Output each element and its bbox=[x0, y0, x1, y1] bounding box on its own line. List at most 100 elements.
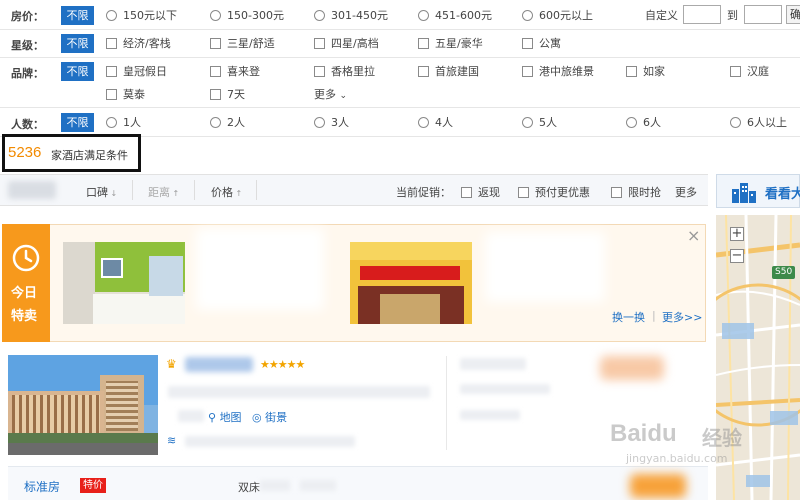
brand-option-6[interactable]: 如家 bbox=[626, 64, 665, 80]
radio-icon bbox=[522, 10, 533, 21]
hotel-address-blurred bbox=[168, 386, 430, 398]
room-row bbox=[8, 466, 708, 500]
divider bbox=[0, 57, 800, 58]
watermark-logo: Baidu bbox=[610, 420, 677, 447]
price-max-input[interactable] bbox=[744, 5, 782, 24]
map-zoom-out-button[interactable]: − bbox=[730, 249, 744, 263]
sort-price-button[interactable]: 价格 ↑ bbox=[211, 184, 242, 200]
brand-option-4[interactable]: 首旅建国 bbox=[418, 64, 479, 80]
checkbox-icon bbox=[210, 89, 221, 100]
divider: | bbox=[652, 309, 656, 322]
room-type-link[interactable]: 标准房 bbox=[24, 478, 60, 495]
hotel-review-blurred bbox=[460, 384, 550, 394]
radio-icon bbox=[210, 10, 221, 21]
hotel-price-blurred bbox=[600, 356, 664, 380]
sort-distance-button[interactable]: 距离 ↑ bbox=[148, 184, 179, 200]
checkbox-icon bbox=[611, 187, 622, 198]
checkbox-icon bbox=[418, 38, 429, 49]
deal-image-1[interactable] bbox=[63, 242, 185, 324]
sort-reputation-button[interactable]: 口碑 ↓ bbox=[86, 184, 117, 200]
checkbox-icon bbox=[106, 66, 117, 77]
price-option-3[interactable]: 301-450元 bbox=[314, 8, 388, 24]
price-filter-label: 房价： bbox=[11, 10, 44, 23]
hotel-area-blurred bbox=[178, 410, 204, 422]
promo-more-link[interactable]: 更多 bbox=[675, 184, 697, 200]
checkbox-icon bbox=[210, 66, 221, 77]
guests-option-6[interactable]: 6人 bbox=[626, 115, 661, 131]
star-option-2[interactable]: 三星/舒适 bbox=[210, 36, 275, 52]
promo-label: 当前促销： bbox=[396, 186, 451, 199]
radio-icon bbox=[106, 117, 117, 128]
brand-option-8[interactable]: 莫泰 bbox=[106, 87, 145, 103]
hotel-street-view-link[interactable]: ◎ 街景 bbox=[252, 409, 287, 425]
hotel-name-blurred[interactable] bbox=[185, 357, 253, 372]
checkbox-icon bbox=[730, 66, 741, 77]
price-option-2[interactable]: 150-300元 bbox=[210, 8, 284, 24]
star-option-1[interactable]: 经济/客栈 bbox=[106, 36, 171, 52]
close-icon[interactable]: × bbox=[687, 226, 700, 245]
guests-option-7[interactable]: 6人以上 bbox=[730, 115, 787, 131]
guests-option-3[interactable]: 3人 bbox=[314, 115, 349, 131]
brand-unlimited-button[interactable]: 不限 bbox=[61, 62, 94, 81]
brand-option-7[interactable]: 汉庭 bbox=[730, 64, 769, 80]
brand-more-link[interactable]: 更多 ⌄ bbox=[314, 87, 347, 103]
star-option-4[interactable]: 五星/豪华 bbox=[418, 36, 483, 52]
deal-image-2[interactable] bbox=[350, 242, 472, 324]
arrow-up-icon: ↑ bbox=[233, 189, 243, 198]
price-confirm-button[interactable]: 确 bbox=[786, 5, 800, 24]
guests-option-1[interactable]: 1人 bbox=[106, 115, 141, 131]
refresh-deals-link[interactable]: 换一换 bbox=[612, 309, 645, 325]
guests-option-5[interactable]: 5人 bbox=[522, 115, 557, 131]
brand-option-9[interactable]: 7天 bbox=[210, 87, 245, 103]
result-count-box: 5236 家酒店满足条件 bbox=[2, 134, 141, 172]
brand-option-1[interactable]: 皇冠假日 bbox=[106, 64, 167, 80]
map-canvas bbox=[716, 215, 800, 500]
radio-icon bbox=[418, 117, 429, 128]
star-unlimited-button[interactable]: 不限 bbox=[61, 34, 94, 53]
map-road-label: S50 bbox=[772, 266, 796, 279]
checkbox-icon bbox=[522, 66, 533, 77]
radio-icon bbox=[522, 117, 533, 128]
star-option-5[interactable]: 公寓 bbox=[522, 36, 561, 52]
crown-icon: ♛ bbox=[166, 357, 177, 371]
checkbox-icon bbox=[210, 38, 221, 49]
hotel-amenities-blurred bbox=[185, 436, 355, 447]
brand-filter-label: 品牌： bbox=[11, 67, 44, 80]
price-min-input[interactable] bbox=[683, 5, 721, 24]
divider bbox=[0, 29, 800, 30]
radio-icon bbox=[314, 10, 325, 21]
watermark-url: jingyan.baidu.com bbox=[626, 452, 728, 465]
guests-option-4[interactable]: 4人 bbox=[418, 115, 453, 131]
price-option-4[interactable]: 451-600元 bbox=[418, 8, 492, 24]
promo-flash-checkbox[interactable]: 限时抢 bbox=[611, 184, 661, 200]
star-rating: ★★★★★ bbox=[260, 358, 305, 371]
checkbox-icon bbox=[522, 38, 533, 49]
divider bbox=[256, 180, 257, 200]
map-zoom-in-button[interactable]: + bbox=[730, 227, 744, 241]
hotel-rating-blurred bbox=[460, 358, 526, 370]
deal-info-blurred-1 bbox=[196, 228, 324, 310]
star-option-3[interactable]: 四星/高档 bbox=[314, 36, 379, 52]
sort-default-blurred[interactable] bbox=[8, 181, 56, 199]
radio-icon bbox=[210, 117, 221, 128]
wifi-icon: ≋ bbox=[167, 434, 177, 447]
room-bed-detail-blurred bbox=[260, 480, 290, 491]
price-custom-label: 自定义 bbox=[645, 9, 678, 22]
map-view[interactable]: + − S50 bbox=[716, 215, 800, 500]
guests-unlimited-button[interactable]: 不限 bbox=[61, 113, 94, 132]
guests-option-2[interactable]: 2人 bbox=[210, 115, 245, 131]
more-deals-link[interactable]: 更多>> bbox=[662, 309, 702, 325]
brand-option-3[interactable]: 香格里拉 bbox=[314, 64, 375, 80]
hotel-map-link[interactable]: ⚲ 地图 bbox=[208, 409, 242, 425]
brand-option-5[interactable]: 港中旅维景 bbox=[522, 64, 594, 80]
brand-option-2[interactable]: 喜来登 bbox=[210, 64, 260, 80]
map-header[interactable]: 看看大 bbox=[716, 174, 800, 208]
clock-icon bbox=[12, 244, 40, 272]
price-unlimited-button[interactable]: 不限 bbox=[61, 6, 94, 25]
hotel-photo[interactable] bbox=[8, 355, 158, 455]
price-option-5[interactable]: 600元以上 bbox=[522, 8, 593, 24]
price-option-1[interactable]: 150元以下 bbox=[106, 8, 177, 24]
promo-cashback-checkbox[interactable]: 返现 bbox=[461, 184, 500, 200]
promo-prepay-checkbox[interactable]: 预付更优惠 bbox=[518, 184, 590, 200]
room-book-button-blurred[interactable] bbox=[630, 474, 686, 498]
